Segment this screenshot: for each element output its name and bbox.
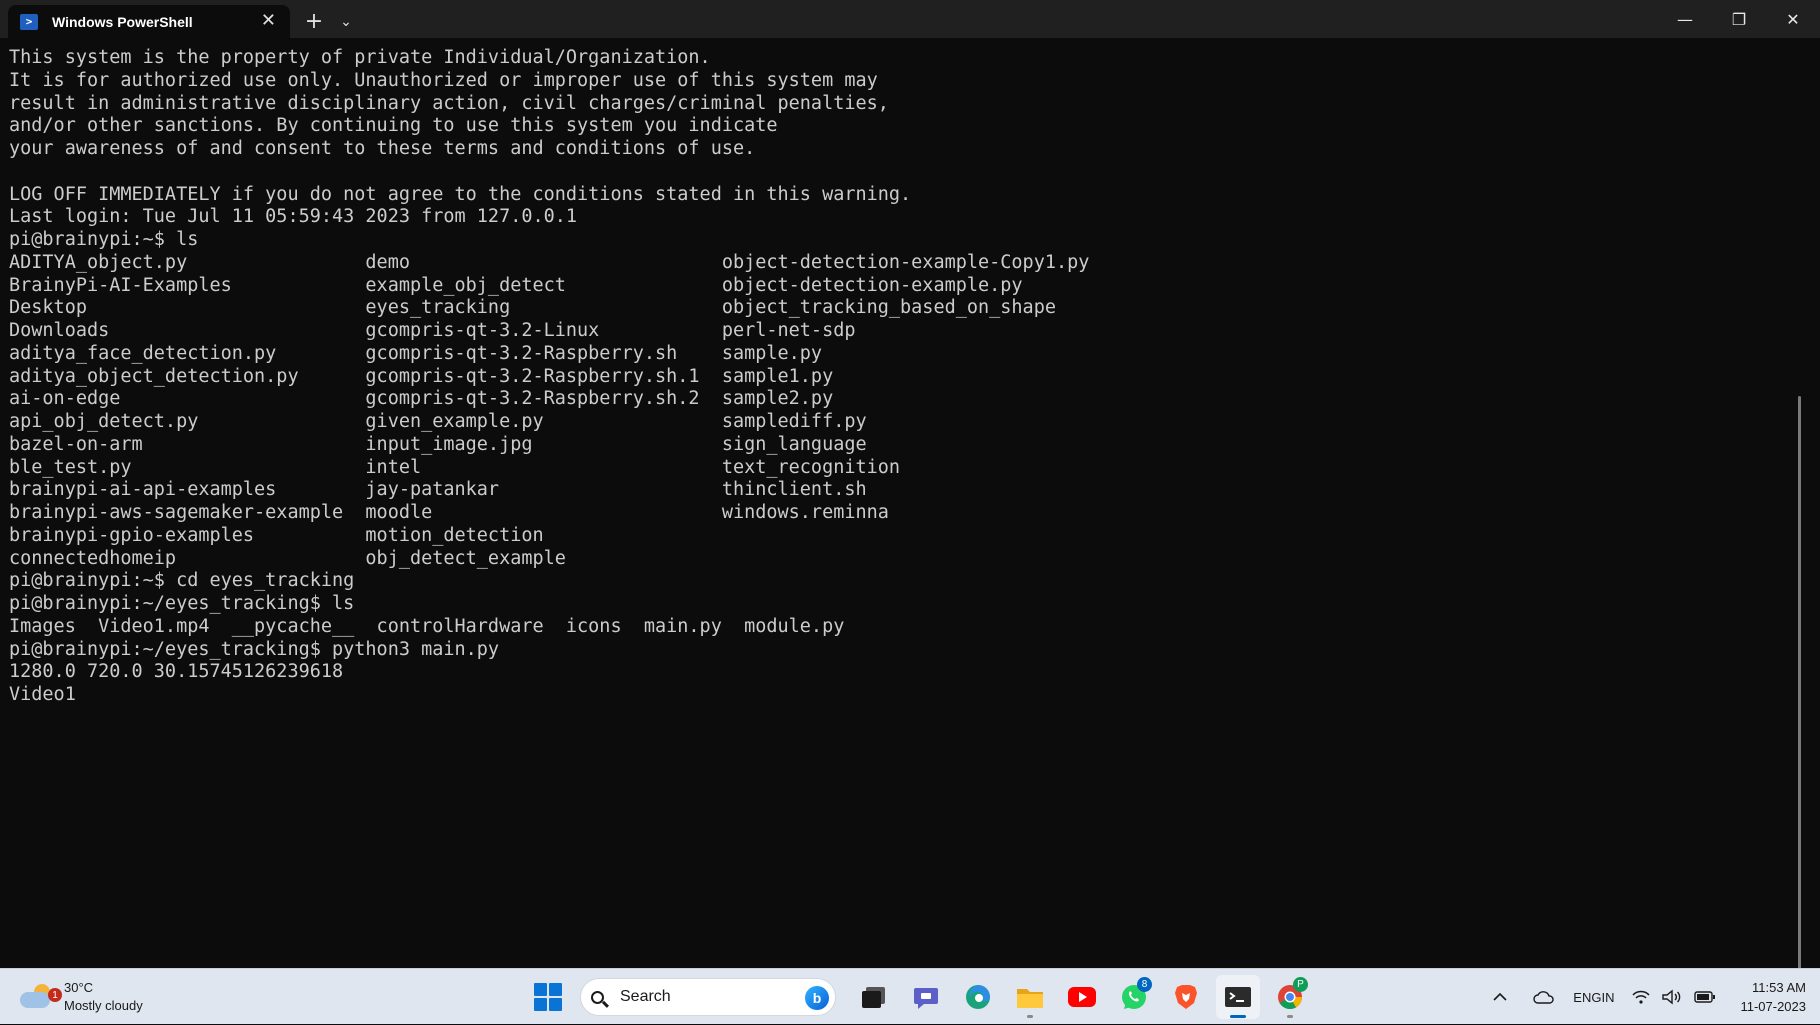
terminal-line: 1280.0 720.0 30.15745126239618 (9, 661, 344, 683)
weather-badge: 1 (48, 988, 62, 1002)
brave-button[interactable] (1164, 975, 1208, 1019)
brave-lion-icon (1175, 985, 1197, 1009)
maximize-button[interactable]: ❐ (1712, 0, 1766, 38)
battery-button[interactable] (1694, 991, 1716, 1003)
whatsapp-badge: 8 (1137, 977, 1152, 992)
terminal-line: result in administrative disciplinary ac… (9, 92, 889, 114)
clock[interactable]: 11:53 AM 11-07-2023 (1740, 978, 1806, 1016)
title-bar: > Windows PowerShell ✕ + ⌄ — ❐ ✕ (0, 0, 1820, 38)
clock-time: 11:53 AM (1752, 980, 1806, 995)
terminal-line: api_obj_detect.py given_example.py sampl… (9, 411, 867, 432)
close-window-button[interactable]: ✕ (1766, 0, 1820, 38)
taskbar: 1 30°C Mostly cloudy Search b 8 P ENG IN… (0, 968, 1820, 1024)
start-button[interactable] (526, 975, 570, 1019)
minimize-button[interactable]: — (1658, 0, 1712, 38)
chevron-up-icon (1493, 992, 1507, 1001)
terminal-line: pi@brainypi:~/eyes_tracking$ ls (9, 593, 355, 614)
terminal-line: pi@brainypi:~$ ls (9, 229, 199, 250)
terminal-line: aditya_face_detection.py gcompris-qt-3.2… (9, 342, 823, 364)
terminal-line: and/or other sanctions. By continuing to… (9, 115, 778, 137)
terminal-line: It is for authorized use only. Unauthori… (9, 69, 878, 91)
youtube-icon (1068, 987, 1096, 1007)
taskbar-pinned-apps: Search b 8 P (522, 975, 1316, 1019)
search-label: Search (620, 988, 671, 1005)
taskbar-search[interactable]: Search b (580, 978, 836, 1016)
terminal-viewport[interactable]: This system is the property of private I… (0, 38, 1805, 968)
terminal-line: connectedhomeip obj_detect_example (9, 547, 566, 569)
powershell-icon: > (20, 13, 38, 30)
bing-icon[interactable]: b (805, 986, 829, 1010)
weather-temperature: 30°C (64, 980, 94, 995)
terminal-line: pi@brainypi:~/eyes_tracking$ python3 mai… (9, 638, 500, 660)
terminal-line: This system is the property of private I… (9, 47, 711, 68)
terminal-button[interactable] (1216, 975, 1260, 1019)
terminal-output[interactable]: This system is the property of private I… (0, 38, 1805, 707)
terminal-line: Desktop eyes_tracking object_tracking_ba… (9, 297, 1056, 319)
edge-button[interactable] (956, 975, 1000, 1019)
teams-chat-button[interactable] (904, 975, 948, 1019)
tab-windows-powershell[interactable]: > Windows PowerShell ✕ (8, 5, 290, 38)
terminal-line: brainypi-gpio-examples motion_detection (9, 524, 544, 546)
speaker-icon (1662, 989, 1681, 1005)
terminal-line: your awareness of and consent to these t… (9, 138, 756, 159)
terminal-line: BrainyPi-AI-Examples example_obj_detect … (9, 274, 1023, 296)
system-tray: ENG IN 11:53 AM 11-07-2023 (1487, 969, 1820, 1025)
language-indicator[interactable]: ENG IN (1573, 989, 1614, 1006)
youtube-button[interactable] (1060, 975, 1104, 1019)
terminal-line: aditya_object_detection.py gcompris-qt-3… (9, 365, 834, 387)
weather-widget[interactable]: 1 30°C Mostly cloudy (20, 977, 143, 1017)
task-view-icon (862, 987, 885, 1008)
close-tab-button[interactable]: ✕ (261, 12, 276, 30)
terminal-line: bazel-on-arm input_image.jpg sign_langua… (9, 433, 867, 455)
wifi-icon (1632, 990, 1650, 1004)
task-view-button[interactable] (852, 975, 896, 1019)
chrome-button[interactable]: P (1268, 975, 1312, 1019)
terminal-line: brainypi-ai-api-examples jay-patankar th… (9, 479, 867, 501)
show-hidden-icons-button[interactable] (1493, 992, 1507, 1002)
terminal-line: pi@brainypi:~$ cd eyes_tracking (9, 570, 355, 592)
language-code: ENG (1573, 989, 1602, 1005)
chrome-profile-badge: P (1293, 977, 1308, 992)
tab-title: Windows PowerShell (52, 13, 193, 30)
wifi-button[interactable] (1632, 990, 1650, 1004)
terminal-line: ble_test.py intel text_recognition (9, 456, 901, 478)
folder-icon (1017, 989, 1043, 1008)
file-explorer-button[interactable] (1008, 975, 1052, 1019)
terminal-scrollbar[interactable] (1798, 396, 1801, 968)
weather-cloud-icon: 1 (20, 984, 62, 1010)
terminal-line: ADITYA_object.py demo object-detection-e… (9, 251, 1090, 273)
terminal-line: Downloads gcompris-qt-3.2-Linux perl-net… (9, 320, 856, 341)
region-code: IN (1601, 989, 1615, 1005)
search-icon (591, 990, 604, 1004)
terminal-line: Video1 (9, 684, 76, 705)
windows-logo-icon (534, 983, 562, 1011)
clock-date: 11-07-2023 (1740, 999, 1806, 1014)
terminal-line: ai-on-edge gcompris-qt-3.2-Raspberry.sh.… (9, 388, 834, 410)
battery-icon (1694, 991, 1716, 1003)
onedrive-cloud-icon (1533, 991, 1554, 1004)
onedrive-button[interactable] (1533, 990, 1555, 1004)
terminal-line: Last login: Tue Jul 11 05:59:43 2023 fro… (9, 206, 578, 228)
teams-chat-icon (914, 988, 938, 1009)
volume-button[interactable] (1662, 989, 1682, 1005)
whatsapp-button[interactable]: 8 (1112, 975, 1156, 1019)
window-controls: — ❐ ✕ (1658, 0, 1820, 38)
terminal-icon (1225, 987, 1251, 1007)
terminal-line: Images Video1.mp4 __pycache__ controlHar… (9, 615, 845, 637)
tab-dropdown-button[interactable]: ⌄ (328, 5, 364, 38)
edge-icon (966, 985, 990, 1009)
new-tab-button[interactable]: + (296, 5, 332, 38)
weather-condition: Mostly cloudy (64, 998, 143, 1013)
terminal-line: LOG OFF IMMEDIATELY if you do not agree … (9, 183, 912, 205)
terminal-line: brainypi-aws-sagemaker-example moodle wi… (9, 502, 889, 523)
